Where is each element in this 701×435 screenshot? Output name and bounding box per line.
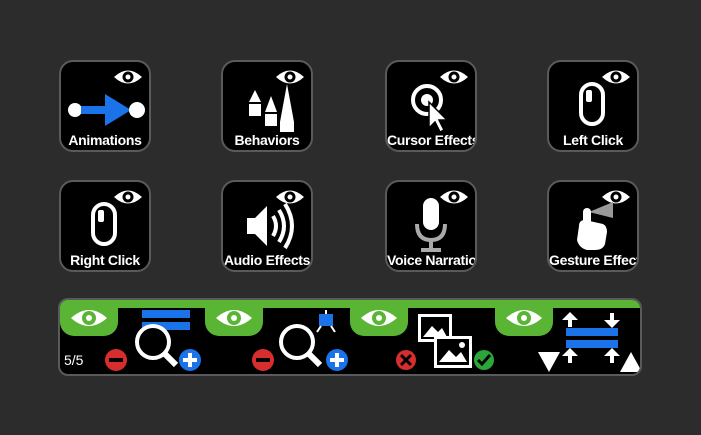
tile-animations[interactable]: Animations	[59, 60, 151, 152]
zoom-canvas-icon[interactable]	[245, 308, 355, 374]
tile-label: Voice Narration	[387, 252, 477, 268]
animation-path-icon	[68, 94, 145, 126]
expand-contract-icon[interactable]	[532, 308, 642, 374]
tile-label: Behaviors	[234, 132, 300, 148]
zoom-lines-icon[interactable]	[98, 308, 208, 374]
tile-label: Audio Effects	[223, 252, 311, 268]
tile-label: Cursor Effects	[387, 132, 477, 148]
cursor-click-icon	[411, 84, 449, 134]
images-icon[interactable]	[390, 308, 500, 374]
behaviors-shapes-icon	[249, 84, 294, 132]
mouse-right-click-icon	[91, 202, 117, 246]
effects-toolbar: 5/5	[58, 298, 642, 376]
tile-right-click[interactable]: Right Click	[59, 180, 151, 272]
speaker-icon	[247, 202, 294, 250]
tile-left-click[interactable]: Left Click	[547, 60, 639, 152]
microphone-icon	[415, 198, 447, 252]
tile-label: Left Click	[562, 132, 623, 148]
tile-label: Gesture Effects	[549, 252, 639, 268]
tile-label: Right Click	[70, 252, 140, 268]
tile-gesture-effects[interactable]: Gesture Effects	[547, 180, 639, 272]
page-indicator: 5/5	[64, 352, 84, 368]
tile-voice-narration[interactable]: Voice Narration	[385, 180, 477, 272]
tile-cursor-effects[interactable]: Cursor Effects	[385, 60, 477, 152]
tile-audio-effects[interactable]: Audio Effects	[221, 180, 313, 272]
tap-gesture-icon	[577, 202, 613, 250]
mouse-left-click-icon	[579, 82, 605, 126]
tile-label: Animations	[68, 132, 142, 148]
tile-behaviors[interactable]: Behaviors	[221, 60, 313, 152]
